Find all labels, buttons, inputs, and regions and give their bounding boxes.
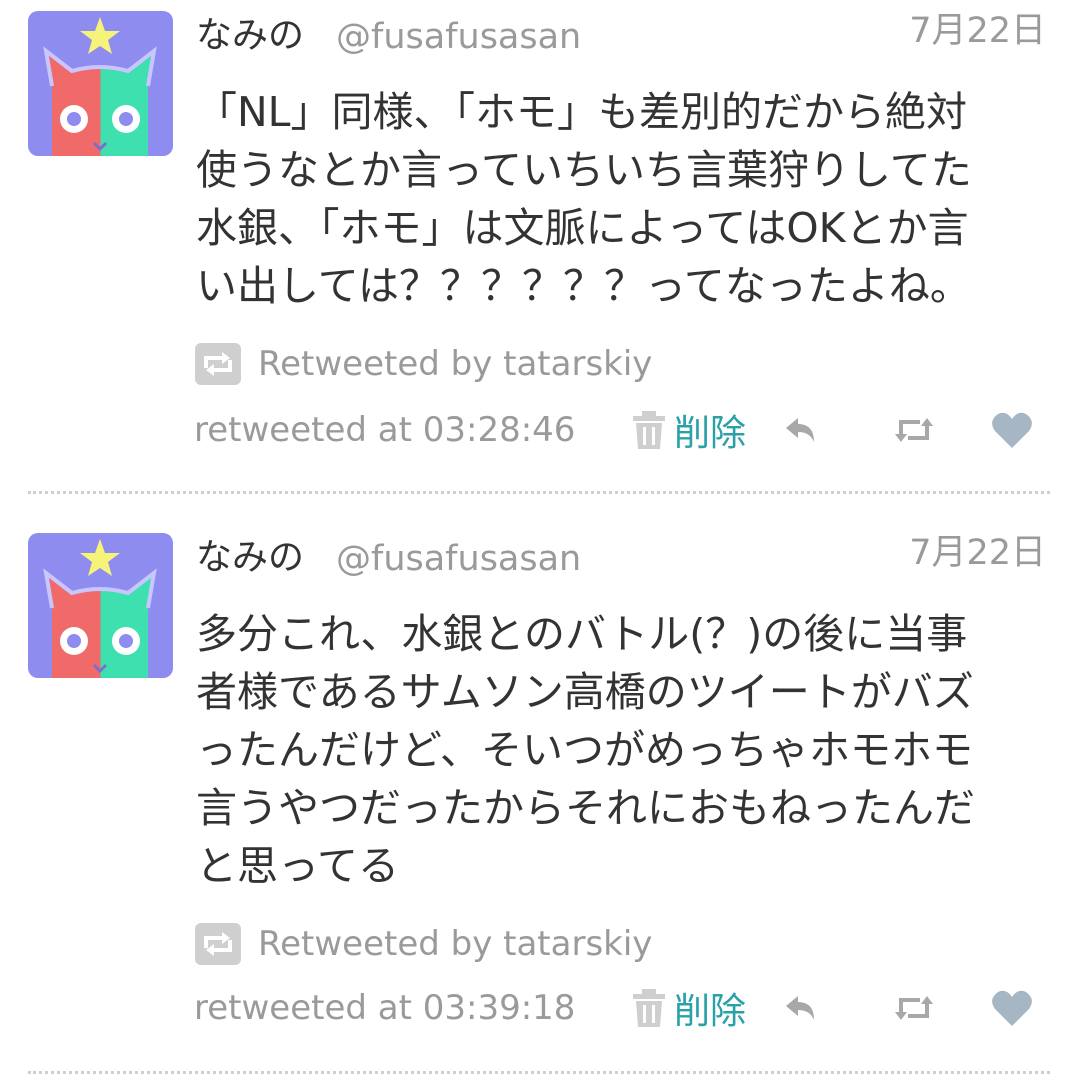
retweeted-at: retweeted at 03:39:18 [194, 988, 576, 1028]
retweet-badge-icon [195, 923, 241, 965]
retweeted-by-label[interactable]: Retweeted by tatarskiy [258, 924, 652, 964]
reply-icon [786, 996, 814, 1020]
tweet-date: 7月22日 [909, 533, 1046, 573]
retweeted-by-row: Retweeted by tatarskiy [194, 922, 652, 966]
tweet-2[interactable]: なみの @fusafusasan 7月22日 多分これ、水銀とのバトル(？)の後… [0, 0, 1079, 1077]
author-name[interactable]: なみの [196, 540, 304, 576]
retweet-button[interactable] [892, 984, 936, 1032]
author-handle[interactable]: @fusafusasan [336, 542, 581, 577]
delete-button[interactable]: 削除 [630, 984, 746, 1032]
tweet-divider [28, 1071, 1050, 1074]
retweet-icon [895, 996, 933, 1020]
cat-avatar-icon[interactable] [28, 533, 173, 678]
reply-button[interactable] [782, 984, 822, 1032]
delete-label: 削除 [674, 991, 747, 1032]
like-button[interactable] [990, 984, 1034, 1032]
trash-icon [633, 989, 665, 1027]
tweet-text: 多分これ、水銀とのバトル(？)の後に当事 者様であるサムソン高橋のツイートがバズ… [196, 610, 975, 890]
heart-icon [992, 990, 1032, 1026]
